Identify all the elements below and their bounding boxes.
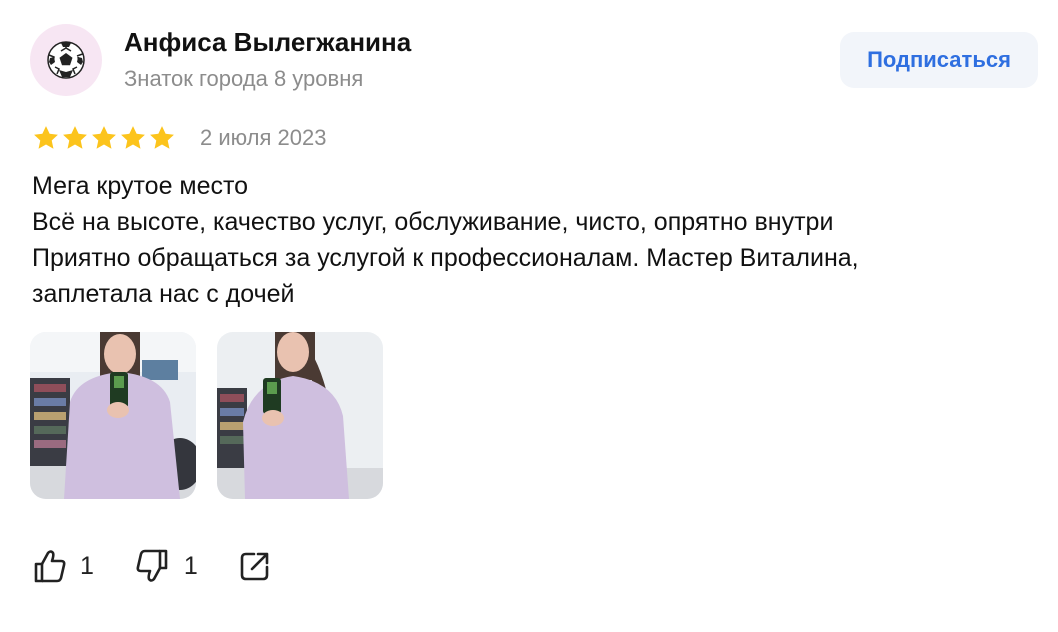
star-icon	[92, 126, 116, 149]
likes-count: 1	[80, 551, 94, 580]
review-actions: 1 1	[30, 544, 272, 588]
soccer-ball-icon	[47, 41, 85, 79]
dislikes-count: 1	[183, 551, 198, 580]
review-text-line: Мега крутое место	[32, 172, 249, 200]
star-icon	[150, 126, 174, 149]
subscribe-button[interactable]: Подписаться	[840, 32, 1038, 88]
star-icon	[121, 126, 145, 149]
review-card: Анфиса Вылегжанина Знаток города 8 уровн…	[0, 0, 1058, 632]
star-icon	[34, 126, 58, 149]
review-photos	[30, 332, 383, 499]
review-date: 2 июля 2023	[200, 125, 327, 150]
review-photo-1[interactable]	[30, 332, 196, 499]
star-rating	[32, 124, 176, 152]
avatar[interactable]	[30, 24, 102, 96]
review-text-line: Приятно обращаться за услугой к професси…	[32, 244, 859, 272]
star-icon	[63, 126, 87, 149]
author-level: Знаток города 8 уровня	[124, 66, 364, 91]
share-icon	[240, 552, 269, 581]
review-photo-2[interactable]	[217, 332, 383, 499]
like-button[interactable]: 1	[30, 547, 94, 585]
thumbs-up-icon	[34, 550, 66, 583]
author-name[interactable]: Анфиса Вылегжанина	[124, 27, 411, 58]
review-text: Мега крутое место Всё на высоте, качеств…	[32, 168, 1032, 312]
rating-row: 2 июля 2023	[32, 124, 326, 152]
review-text-line: заплетала нас с дочей	[32, 280, 295, 308]
share-button[interactable]	[238, 549, 272, 583]
review-text-line: Всё на высоте, качество услуг, обслужива…	[32, 208, 834, 236]
thumbs-down-icon	[136, 549, 168, 582]
dislike-button[interactable]: 1	[134, 547, 198, 585]
